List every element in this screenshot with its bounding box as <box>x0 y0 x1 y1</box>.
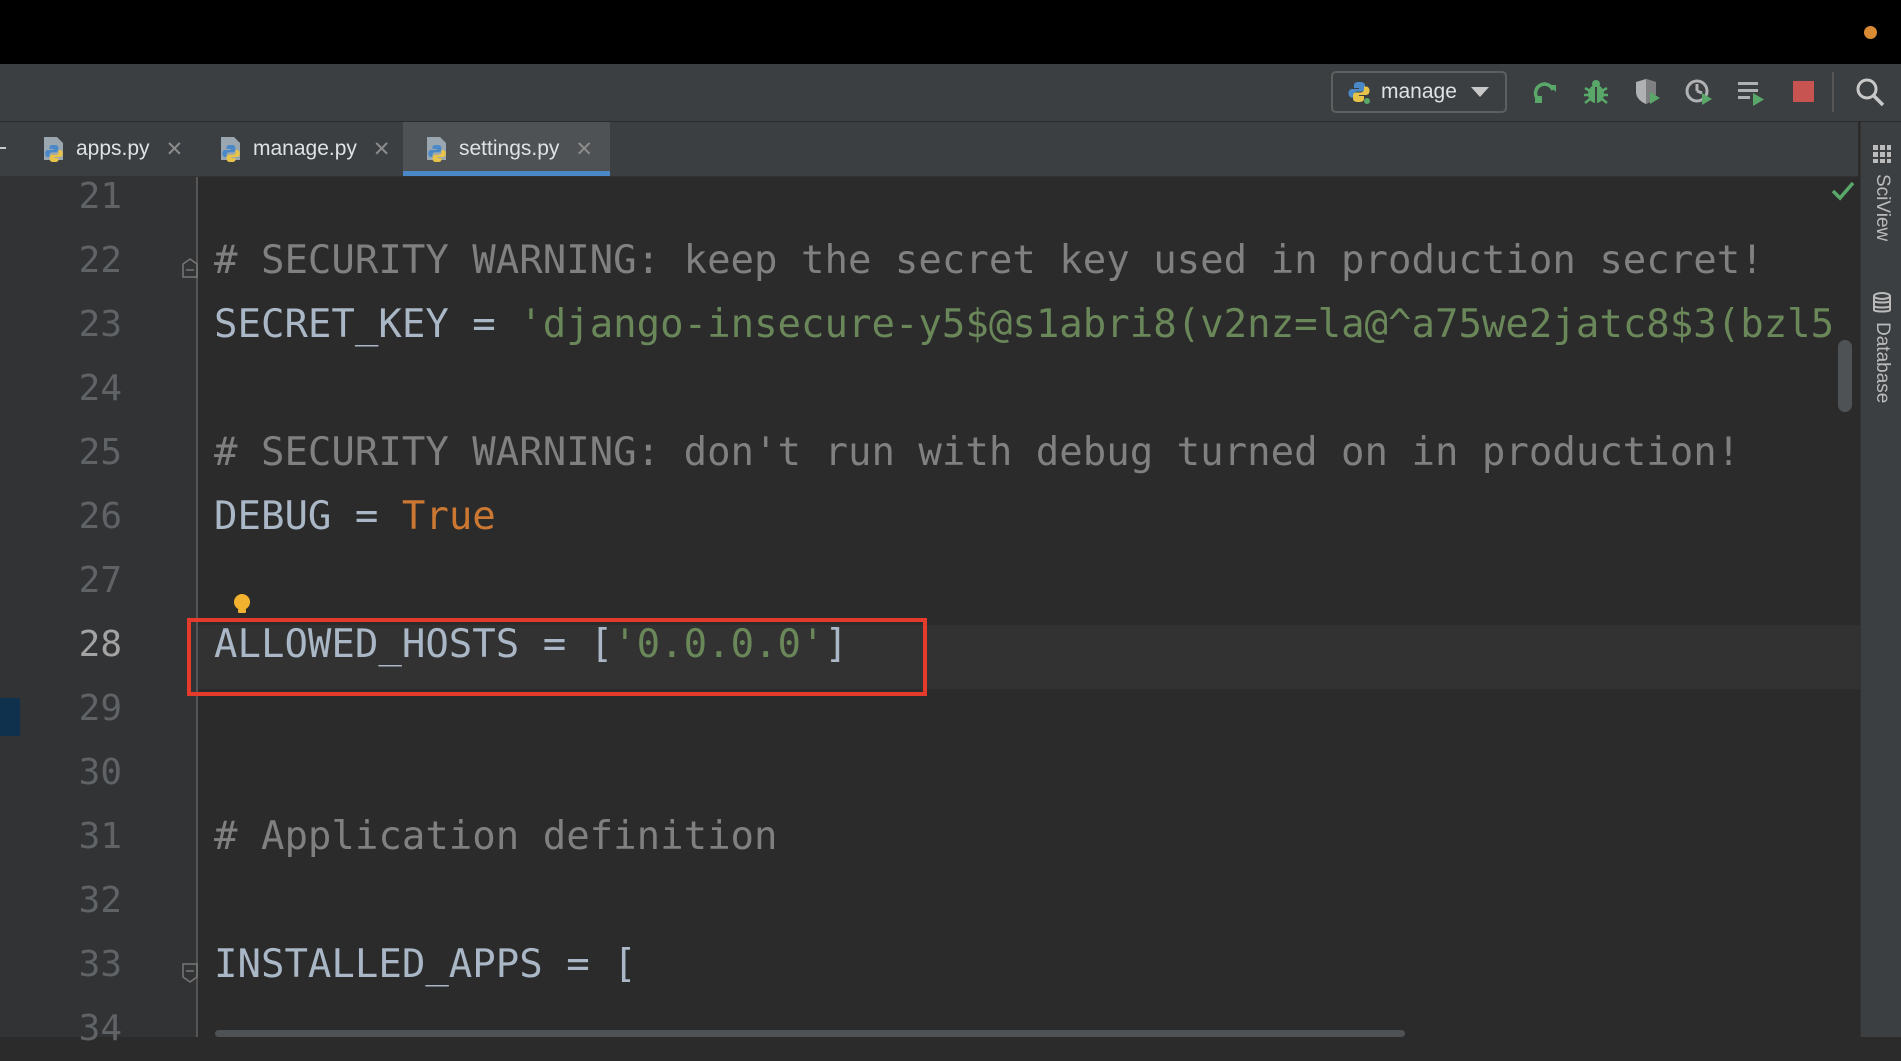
left-tool-strip <box>0 177 20 1037</box>
run-configuration-selector[interactable]: manage <box>1331 71 1507 113</box>
debug-bug-icon[interactable] <box>1580 76 1612 108</box>
line-number-gutter: 21 22 23 24 25 26 27 28 29 30 31 32 33 3… <box>20 176 198 1049</box>
database-panel-button[interactable]: Database <box>1871 322 1893 403</box>
line-number: 34 <box>78 1008 122 1049</box>
code-line-comment: # SECURITY WARNING: don't run with debug… <box>214 430 1741 475</box>
editor-tabs: apps.py ✕ manage.py ✕ settings.py ✕ <box>0 122 1858 177</box>
line-number: 21 <box>78 176 122 217</box>
tab-manage-py[interactable]: manage.py ✕ <box>217 122 393 176</box>
code-line: DEBUG = True <box>214 494 496 539</box>
python-file-icon <box>44 137 63 162</box>
keyword-literal: True <box>401 494 496 539</box>
sciview-panel-button[interactable]: SciView <box>1871 174 1893 241</box>
string-literal: 'django-insecure-y5$@s1abri8(v2nz=la@^a7… <box>519 302 1835 347</box>
tab-label: settings.py <box>459 137 560 160</box>
vertical-scrollbar[interactable] <box>1838 340 1852 412</box>
line-number: 29 <box>78 688 122 729</box>
code-line-comment: # SECURITY WARNING: keep the secret key … <box>214 238 1764 283</box>
tab-label: apps.py <box>76 137 150 160</box>
selected-marker <box>0 698 20 736</box>
code-line: INSTALLED_APPS = [ <box>214 942 637 987</box>
database-icon <box>1873 292 1891 313</box>
python-icon <box>1348 82 1370 104</box>
sciview-icon <box>1873 145 1891 163</box>
line-number: 23 <box>78 304 122 345</box>
python-file-icon <box>221 137 240 162</box>
horizontal-scrollbar[interactable] <box>215 1030 1405 1037</box>
notification-dot <box>1864 26 1877 39</box>
toolbar-divider <box>1832 72 1834 112</box>
tab-label: manage.py <box>253 137 357 160</box>
line-number: 25 <box>78 432 122 473</box>
window-top-bar <box>0 0 1901 64</box>
code-editor[interactable]: # SECURITY WARNING: keep the secret key … <box>198 177 1860 1037</box>
line-number: 26 <box>78 496 122 537</box>
line-number-current: 28 <box>78 624 122 665</box>
rerun-icon[interactable] <box>1529 76 1561 108</box>
python-file-icon <box>427 137 446 162</box>
line-number: 31 <box>78 816 122 857</box>
line-number: 30 <box>78 752 122 793</box>
annotation-highlight-box <box>187 618 927 696</box>
code-line-comment: # Application definition <box>214 814 778 859</box>
coverage-shield-icon[interactable] <box>1631 76 1663 108</box>
fold-marker-icon[interactable] <box>180 258 200 278</box>
right-tool-strip: SciView Database <box>1860 122 1901 1037</box>
close-icon[interactable]: ✕ <box>166 137 184 162</box>
line-number: 27 <box>78 560 122 601</box>
tabs-overflow-marker <box>0 147 6 149</box>
run-list-icon[interactable] <box>1735 76 1767 108</box>
tab-settings-py[interactable]: settings.py ✕ <box>403 122 610 176</box>
lightbulb-icon[interactable] <box>231 593 253 615</box>
main-toolbar: manage <box>0 64 1901 122</box>
run-configuration-label: manage <box>1381 80 1457 103</box>
line-number: 22 <box>78 240 122 281</box>
chevron-down-icon <box>1470 87 1489 97</box>
checkmark-icon <box>1831 181 1855 201</box>
fold-marker-icon[interactable] <box>180 963 200 983</box>
line-number: 33 <box>78 944 122 985</box>
line-number: 24 <box>78 368 122 409</box>
code-line: SECRET_KEY = 'django-insecure-y5$@s1abri… <box>214 302 1835 347</box>
line-number: 32 <box>78 880 122 921</box>
close-icon[interactable]: ✕ <box>575 137 593 162</box>
stop-icon[interactable] <box>1788 76 1820 108</box>
profile-icon[interactable] <box>1683 76 1715 108</box>
close-icon[interactable]: ✕ <box>373 137 391 162</box>
search-icon[interactable] <box>1854 76 1886 108</box>
